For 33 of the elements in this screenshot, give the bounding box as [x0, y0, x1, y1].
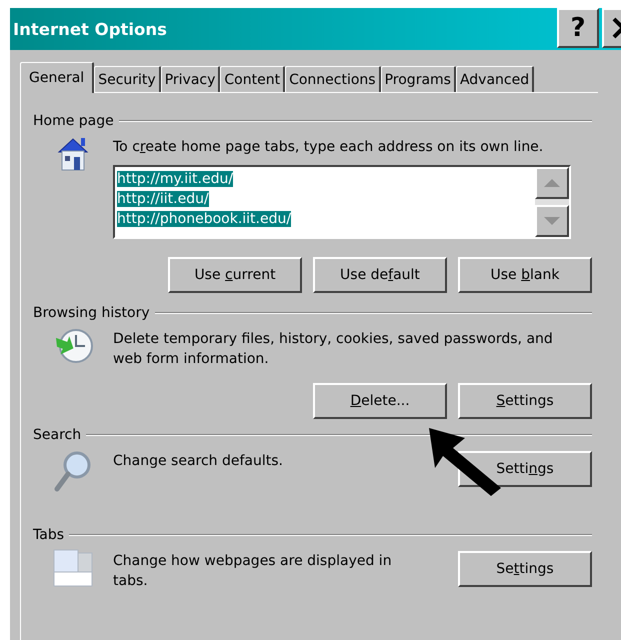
- magnifier-icon: [53, 449, 93, 493]
- scroll-up-button[interactable]: [535, 167, 569, 199]
- section-title: Tabs: [33, 527, 64, 543]
- home-page-button[interactable]: Use default: [313, 257, 447, 293]
- home-page-button[interactable]: Use current: [168, 257, 302, 293]
- section-title: Search: [33, 427, 82, 443]
- help-button[interactable]: ?: [557, 8, 599, 48]
- tab[interactable]: Privacy: [160, 66, 220, 92]
- description-text: Change search defaults.: [113, 452, 284, 471]
- address-text: http://my.iit.edu/: [117, 171, 234, 187]
- tab[interactable]: Programs: [380, 66, 456, 92]
- down-triangle-icon: [543, 216, 561, 226]
- up-triangle-icon: [543, 178, 561, 188]
- settings-button[interactable]: Settings: [458, 551, 592, 587]
- section-title: Browsing history: [33, 305, 150, 321]
- window-title: Internet Options: [12, 20, 167, 38]
- description-text: Change how webpages are displayed in tabs.: [113, 552, 393, 591]
- tab[interactable]: Content: [220, 66, 286, 92]
- description-text: To create home page tabs, type each address on its own line.: [113, 138, 544, 157]
- tab[interactable]: Connections: [285, 66, 381, 92]
- delete-button[interactable]: Delete...: [313, 383, 447, 419]
- tab[interactable]: General: [20, 62, 94, 93]
- description-text: Delete temporary files, history, cookies, saved passwords, and web form information.: [113, 330, 554, 369]
- settings-button[interactable]: Settings: [458, 383, 592, 419]
- tab[interactable]: Security: [94, 66, 161, 92]
- section-title: Home page: [33, 113, 114, 129]
- scroll-down-button[interactable]: [535, 205, 569, 237]
- address-text: http://iit.edu/: [117, 191, 209, 207]
- home-page-address-field[interactable]: http://my.iit.edu/ http://iit.edu/ http://phonebook.iit.edu/: [113, 165, 571, 239]
- address-text: http://phonebook.iit.edu/: [117, 211, 292, 227]
- tabs-icon: [53, 549, 93, 587]
- home-page-button[interactable]: Use blank: [458, 257, 592, 293]
- tab[interactable]: Advanced: [456, 66, 534, 92]
